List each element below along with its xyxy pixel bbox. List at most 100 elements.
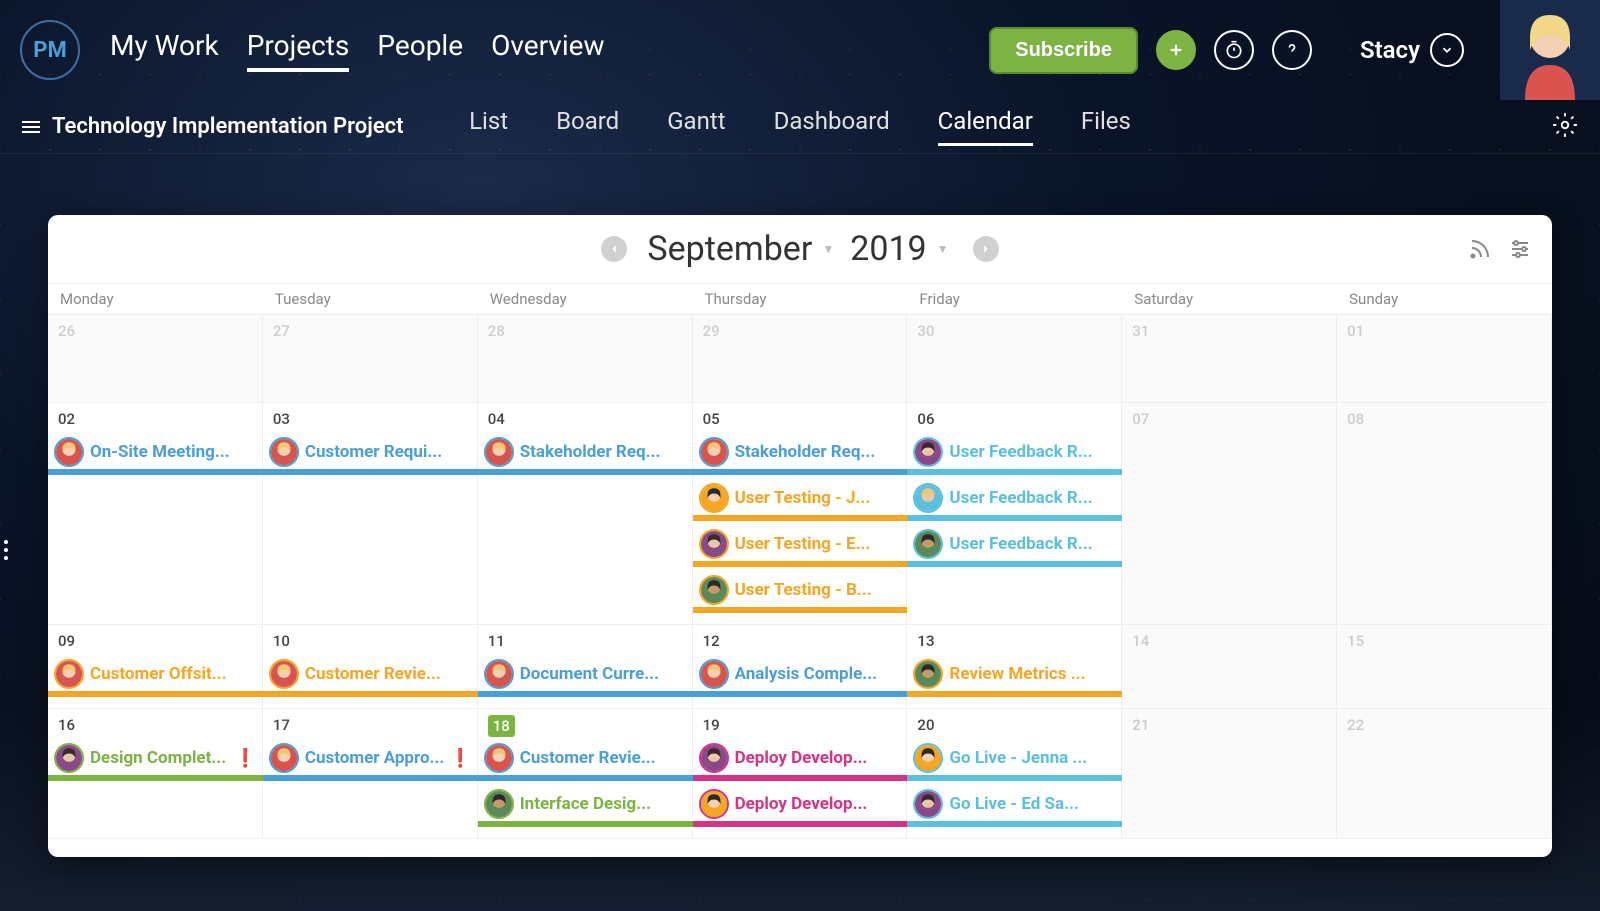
settings-button[interactable] bbox=[1552, 112, 1578, 142]
side-handle[interactable] bbox=[4, 540, 8, 560]
day-header: Thursday bbox=[693, 284, 908, 314]
day-number: 29 bbox=[703, 322, 720, 340]
event-avatar bbox=[699, 575, 729, 605]
tab-files[interactable]: Files bbox=[1081, 107, 1131, 146]
timer-button[interactable] bbox=[1214, 30, 1254, 70]
month-selector[interactable]: September bbox=[647, 229, 812, 269]
event-avatar bbox=[913, 483, 943, 513]
event-avatar bbox=[913, 529, 943, 559]
day-header: Monday bbox=[48, 284, 263, 314]
day-number: 03 bbox=[273, 410, 290, 428]
event-label: Stakeholder Req... bbox=[735, 442, 908, 462]
event-label: Document Curre... bbox=[520, 664, 693, 684]
calendar-event[interactable]: Stakeholder Req... bbox=[693, 433, 908, 471]
calendar-event[interactable]: Deploy Develop... bbox=[693, 785, 908, 823]
help-button[interactable] bbox=[1272, 30, 1312, 70]
top-nav-links: My Work Projects People Overview bbox=[110, 29, 605, 72]
event-label: User Feedback R... bbox=[949, 442, 1122, 462]
tab-gantt[interactable]: Gantt bbox=[667, 107, 725, 146]
day-cell[interactable]: 07 bbox=[1122, 403, 1337, 624]
day-cell[interactable]: 26 bbox=[48, 315, 263, 402]
calendar-event[interactable]: User Feedback R... bbox=[907, 433, 1122, 471]
event-label: Go Live - Jenna ... bbox=[949, 748, 1122, 768]
day-cell[interactable]: 08 bbox=[1337, 403, 1552, 624]
event-avatar bbox=[484, 789, 514, 819]
day-number: 07 bbox=[1132, 410, 1149, 428]
event-avatar bbox=[699, 743, 729, 773]
add-button[interactable] bbox=[1156, 30, 1196, 70]
tab-calendar[interactable]: Calendar bbox=[938, 107, 1033, 146]
tab-list[interactable]: List bbox=[469, 107, 508, 146]
day-cell[interactable]: 21 bbox=[1122, 709, 1337, 838]
view-tabs: List Board Gantt Dashboard Calendar Files bbox=[469, 107, 1131, 146]
calendar-card: September ▼ 2019 ▼ MondayTuesdayWednesda… bbox=[48, 215, 1552, 857]
nav-link-my-work[interactable]: My Work bbox=[110, 29, 219, 72]
calendar-event[interactable]: Customer Appro...❗ bbox=[263, 739, 478, 777]
event-avatar bbox=[54, 743, 84, 773]
logo[interactable]: PM bbox=[20, 20, 80, 80]
calendar-event[interactable]: User Testing - J... bbox=[693, 479, 908, 517]
calendar-event[interactable]: Document Curre... bbox=[478, 655, 693, 693]
avatar[interactable] bbox=[1500, 0, 1600, 100]
year-selector[interactable]: 2019 bbox=[850, 229, 926, 269]
day-cell[interactable]: 27 bbox=[263, 315, 478, 402]
event-avatar bbox=[699, 437, 729, 467]
nav-link-projects[interactable]: Projects bbox=[247, 29, 350, 72]
chevron-right-icon bbox=[979, 242, 993, 256]
calendar-event[interactable]: Go Live - Ed Sa... bbox=[907, 785, 1122, 823]
day-cell[interactable]: 22 bbox=[1337, 709, 1552, 838]
day-cell[interactable]: 15 bbox=[1337, 625, 1552, 708]
menu-toggle[interactable] bbox=[22, 121, 40, 133]
calendar-event[interactable]: Customer Revie... bbox=[478, 739, 693, 777]
day-cell[interactable]: 31 bbox=[1122, 315, 1337, 402]
day-number: 28 bbox=[488, 322, 505, 340]
day-cell[interactable]: 29 bbox=[693, 315, 908, 402]
calendar-event[interactable]: Customer Requi... bbox=[263, 433, 478, 471]
user-name: Stacy bbox=[1360, 36, 1420, 64]
user-menu[interactable]: Stacy bbox=[1360, 33, 1464, 67]
day-number: 10 bbox=[273, 632, 290, 650]
nav-link-overview[interactable]: Overview bbox=[491, 29, 605, 72]
event-avatar bbox=[913, 789, 943, 819]
prev-month-button[interactable] bbox=[601, 236, 627, 262]
day-number: 21 bbox=[1132, 716, 1149, 734]
tab-dashboard[interactable]: Dashboard bbox=[774, 107, 890, 146]
day-cell[interactable]: 01 bbox=[1337, 315, 1552, 402]
tab-board[interactable]: Board bbox=[556, 107, 619, 146]
day-number: 30 bbox=[917, 322, 934, 340]
next-month-button[interactable] bbox=[973, 236, 999, 262]
calendar-event[interactable]: User Feedback R... bbox=[907, 479, 1122, 517]
caret-down-icon: ▼ bbox=[822, 242, 834, 256]
event-label: Customer Revie... bbox=[520, 748, 693, 768]
calendar-event[interactable]: Design Complet...❗ bbox=[48, 739, 263, 777]
calendar-event[interactable]: Review Metrics ... bbox=[907, 655, 1122, 693]
event-label: User Testing - B... bbox=[735, 580, 908, 600]
filter-icon[interactable] bbox=[1508, 237, 1532, 261]
event-label: Interface Desig... bbox=[520, 794, 693, 814]
event-label: Design Complet... bbox=[90, 748, 234, 768]
calendar-event[interactable]: Customer Revie... bbox=[263, 655, 478, 693]
day-headers: MondayTuesdayWednesdayThursdayFridaySatu… bbox=[48, 283, 1552, 315]
calendar-event[interactable]: On-Site Meeting... bbox=[48, 433, 263, 471]
subscribe-button[interactable]: Subscribe bbox=[989, 27, 1138, 74]
day-number: 31 bbox=[1132, 322, 1149, 340]
event-avatar bbox=[269, 437, 299, 467]
calendar-event[interactable]: Stakeholder Req... bbox=[478, 433, 693, 471]
calendar-event[interactable]: Go Live - Jenna ... bbox=[907, 739, 1122, 777]
day-cell[interactable]: 28 bbox=[478, 315, 693, 402]
calendar-event[interactable]: Customer Offsit... bbox=[48, 655, 263, 693]
calendar-event[interactable]: User Feedback R... bbox=[907, 525, 1122, 563]
day-cell[interactable]: 30 bbox=[907, 315, 1122, 402]
day-cell[interactable]: 14 bbox=[1122, 625, 1337, 708]
calendar-event[interactable]: User Testing - E... bbox=[693, 525, 908, 563]
event-avatar bbox=[484, 743, 514, 773]
calendar-event[interactable]: User Testing - B... bbox=[693, 571, 908, 609]
calendar-event[interactable]: Interface Desig... bbox=[478, 785, 693, 823]
nav-link-people[interactable]: People bbox=[377, 29, 463, 72]
rss-icon[interactable] bbox=[1468, 237, 1492, 261]
calendar-event[interactable]: Analysis Comple... bbox=[693, 655, 908, 693]
day-number: 05 bbox=[703, 410, 720, 428]
plus-icon bbox=[1167, 41, 1185, 59]
event-label: Deploy Develop... bbox=[735, 794, 908, 814]
calendar-event[interactable]: Deploy Develop... bbox=[693, 739, 908, 777]
